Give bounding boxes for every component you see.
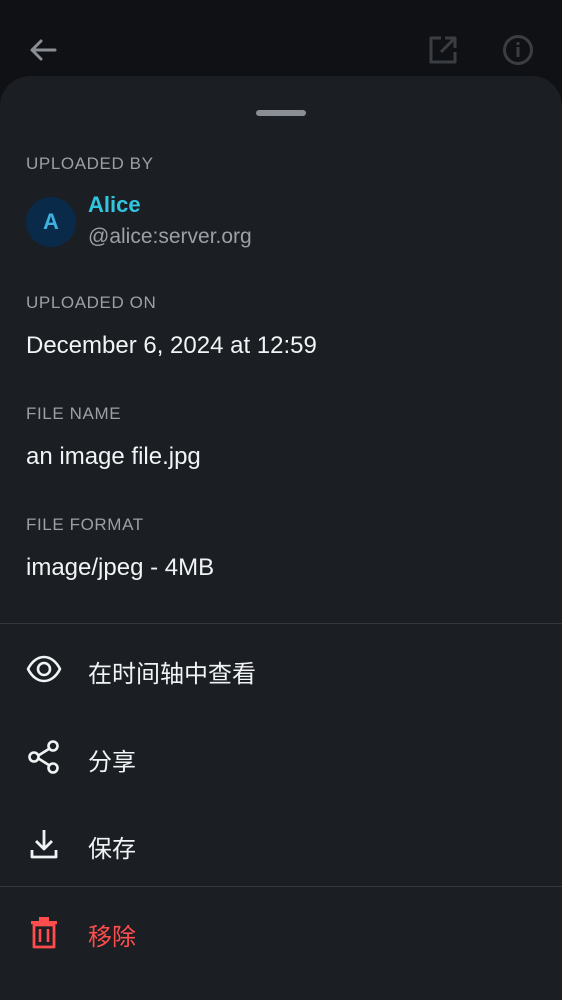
share-button[interactable]: 分享 [0, 714, 562, 800]
info-icon[interactable] [502, 34, 534, 66]
save-button[interactable]: 保存 [0, 801, 562, 887]
file-name-value: an image file.jpg [26, 443, 201, 470]
sheet-drag-handle[interactable] [256, 110, 306, 116]
view-in-timeline-label: 在时间轴中查看 [88, 661, 256, 688]
avatar-letter: A [43, 209, 59, 234]
uploaded-on-label: UPLOADED ON [26, 293, 157, 312]
uploader-display-name: Alice [88, 192, 141, 217]
avatar: A [26, 197, 76, 247]
divider [0, 886, 562, 887]
remove-button[interactable]: 移除 [0, 889, 562, 975]
file-name-label: FILE NAME [26, 404, 122, 423]
file-format-label: FILE FORMAT [26, 515, 144, 534]
download-icon [30, 830, 58, 859]
divider [0, 623, 562, 624]
trash-icon [31, 917, 57, 949]
file-format-value: image/jpeg - 4MB [26, 554, 215, 581]
save-label: 保存 [88, 836, 136, 863]
eye-icon [26, 655, 62, 683]
uploader-user-id: @alice:server.org [88, 225, 252, 248]
remove-label: 移除 [88, 924, 136, 951]
open-external-icon[interactable] [427, 34, 459, 66]
view-in-timeline-button[interactable]: 在时间轴中查看 [0, 626, 562, 712]
uploaded-by-label: UPLOADED BY [26, 154, 154, 173]
share-icon [28, 740, 59, 774]
arrow-left-icon[interactable] [27, 34, 59, 66]
bottom-sheet: UPLOADED BY A Alice @alice:server.org UP… [0, 76, 562, 1000]
uploaded-on-value: December 6, 2024 at 12:59 [26, 332, 317, 359]
media-details-screen: UPLOADED BY A Alice @alice:server.org UP… [0, 0, 562, 1000]
share-label: 分享 [88, 749, 136, 776]
